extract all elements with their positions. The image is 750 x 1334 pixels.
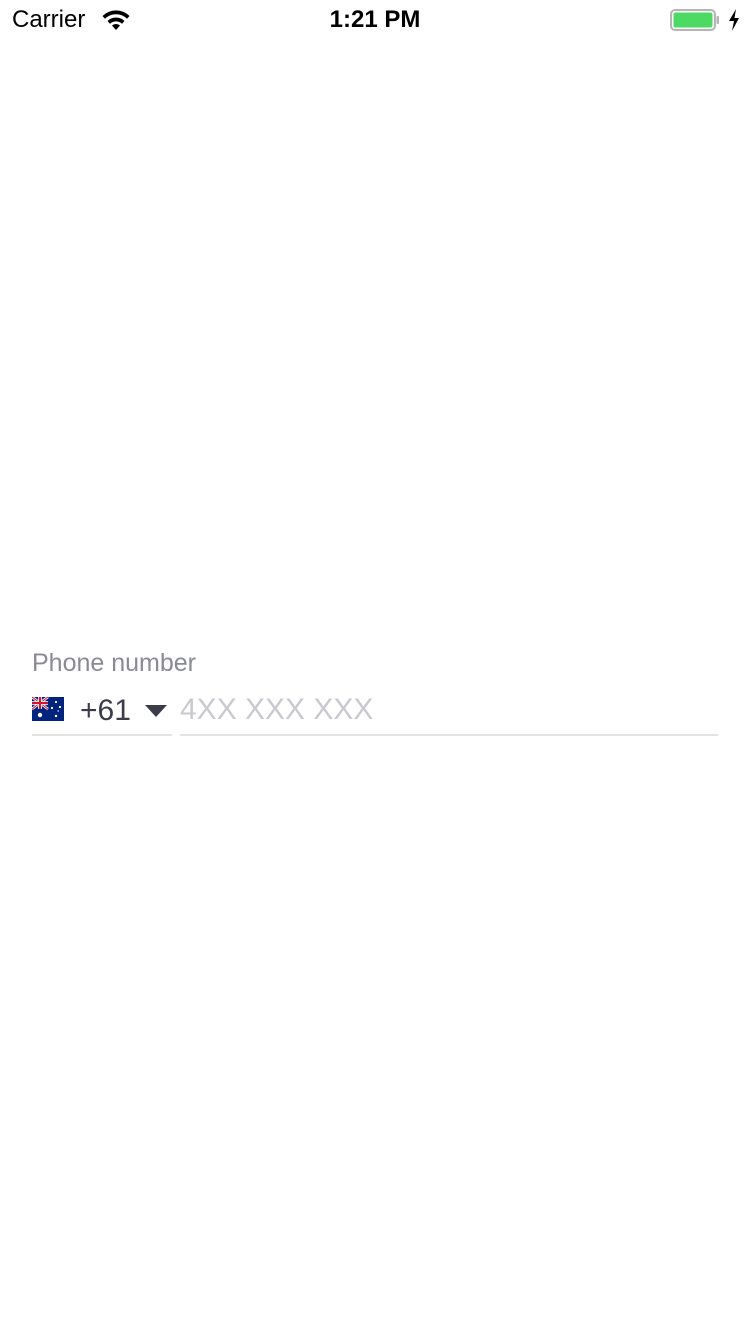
- charging-bolt-icon: [729, 9, 739, 31]
- australia-flag-icon: [32, 697, 64, 721]
- battery-icon: [670, 9, 719, 31]
- phone-number-label: Phone number: [32, 649, 197, 677]
- phone-number-input[interactable]: [180, 686, 718, 736]
- status-bar: Carrier 1:21 PM: [0, 0, 750, 40]
- status-time: 1:21 PM: [329, 6, 421, 33]
- country-dial-code: +61: [80, 694, 131, 727]
- caret-down-icon: [145, 705, 167, 717]
- country-code-picker[interactable]: +61: [32, 686, 172, 736]
